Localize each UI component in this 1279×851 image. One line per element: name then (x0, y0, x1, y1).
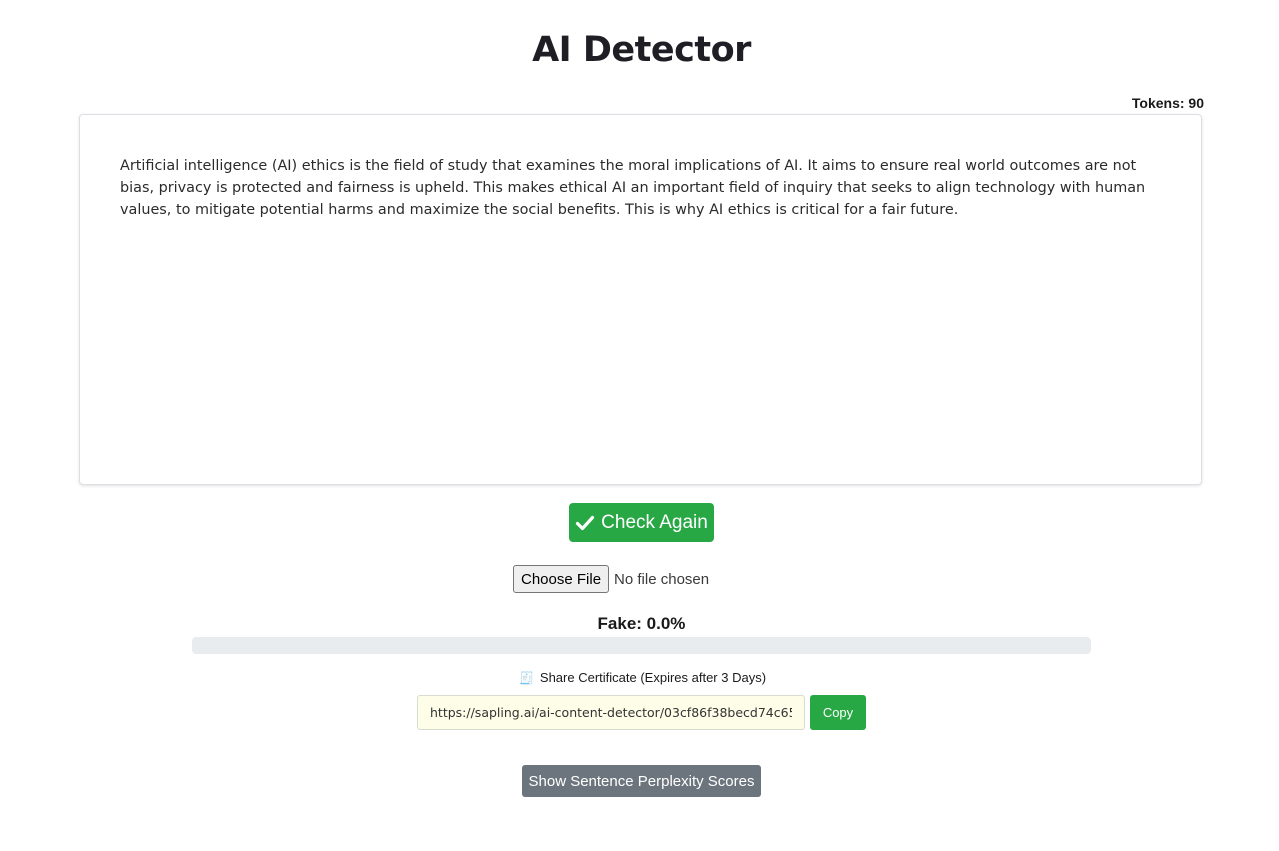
file-status: No file chosen (614, 570, 710, 588)
file-upload: Choose File No file chosen (513, 565, 709, 593)
page: AI Detector Tokens: 90 Artificial intell… (0, 0, 1279, 851)
token-count: Tokens: 90 (1131, 95, 1204, 111)
share-certificate-text: Share Certificate (Expires after 3 Days) (539, 670, 767, 685)
document-icon: 🧾 (518, 671, 534, 685)
page-title: AI Detector (532, 30, 751, 70)
text-editor[interactable]: Artificial intelligence (AI) ethics is t… (79, 114, 1202, 485)
show-perplexity-button[interactable]: Show Sentence Perplexity Scores (522, 765, 761, 797)
share-row: Copy (417, 695, 866, 730)
copy-button[interactable]: Copy (810, 695, 866, 730)
editor-text[interactable]: Artificial intelligence (AI) ethics is t… (120, 155, 1161, 221)
check-again-button[interactable]: Check Again (569, 503, 714, 542)
fake-score-label: Fake: 0.0% (597, 614, 686, 633)
choose-file-button[interactable]: Choose File (513, 565, 610, 593)
check-icon (576, 515, 595, 530)
share-url-input[interactable] (417, 695, 805, 730)
fake-score-progress-bar (192, 637, 1091, 654)
share-certificate-label: 🧾 Share Certificate (Expires after 3 Days… (0, 670, 1279, 685)
check-again-label: Check Again (601, 511, 708, 533)
